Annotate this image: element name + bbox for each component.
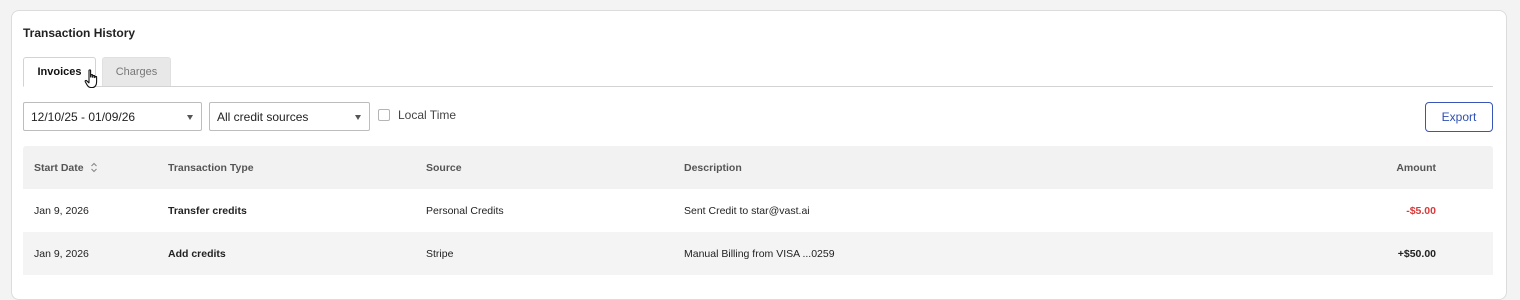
source-cell: Personal Credits [426,204,504,217]
transactions-table: Start Date Transaction Type Source Descr… [23,146,1493,275]
column-amount: Amount [1396,161,1436,174]
tab-charges[interactable]: Charges [102,57,171,86]
local-time-checkbox[interactable] [378,109,390,121]
chevron-down-icon [355,115,361,120]
date-range-select[interactable]: 12/10/25 - 01/09/26 [23,102,202,131]
transaction-type-cell: Add credits [168,247,226,260]
local-time-toggle[interactable]: Local Time [378,108,456,122]
credit-source-value: All credit sources [217,109,309,124]
table-row: Jan 9, 2026 Transfer credits Personal Cr… [23,189,1493,232]
local-time-label: Local Time [398,108,457,122]
table-row: Jan 9, 2026 Add credits Stripe Manual Bi… [23,232,1493,275]
amount-cell: -$5.00 [1406,204,1436,217]
hand-pointer-icon [84,69,98,89]
column-transaction-type: Transaction Type [168,161,254,174]
amount-cell: +$50.00 [1397,247,1436,260]
tab-bar: Invoices Charges [23,57,1493,87]
start-date-cell: Jan 9, 2026 [34,204,89,217]
column-start-date[interactable]: Start Date [34,146,98,189]
description-cell: Sent Credit to star@vast.ai [684,204,810,217]
panel-title: Transaction History [23,26,136,40]
column-description: Description [684,161,742,174]
export-button[interactable]: Export [1425,102,1493,132]
start-date-cell: Jan 9, 2026 [34,247,89,260]
column-label: Start Date [34,161,84,174]
date-range-value: 12/10/25 - 01/09/26 [31,109,136,124]
description-cell: Manual Billing from VISA ...0259 [684,247,835,260]
export-label: Export [1441,110,1477,124]
filter-bar: 12/10/25 - 01/09/26 All credit sources L… [23,102,1493,132]
table-header: Start Date Transaction Type Source Descr… [23,146,1493,189]
source-cell: Stripe [426,247,454,260]
credit-source-select[interactable]: All credit sources [209,102,370,131]
tab-label: Invoices [37,66,82,78]
column-source: Source [426,161,462,174]
chevron-down-icon [187,115,193,120]
tab-label: Charges [115,66,158,78]
sort-icon[interactable] [90,162,98,173]
transaction-type-cell: Transfer credits [168,204,247,217]
